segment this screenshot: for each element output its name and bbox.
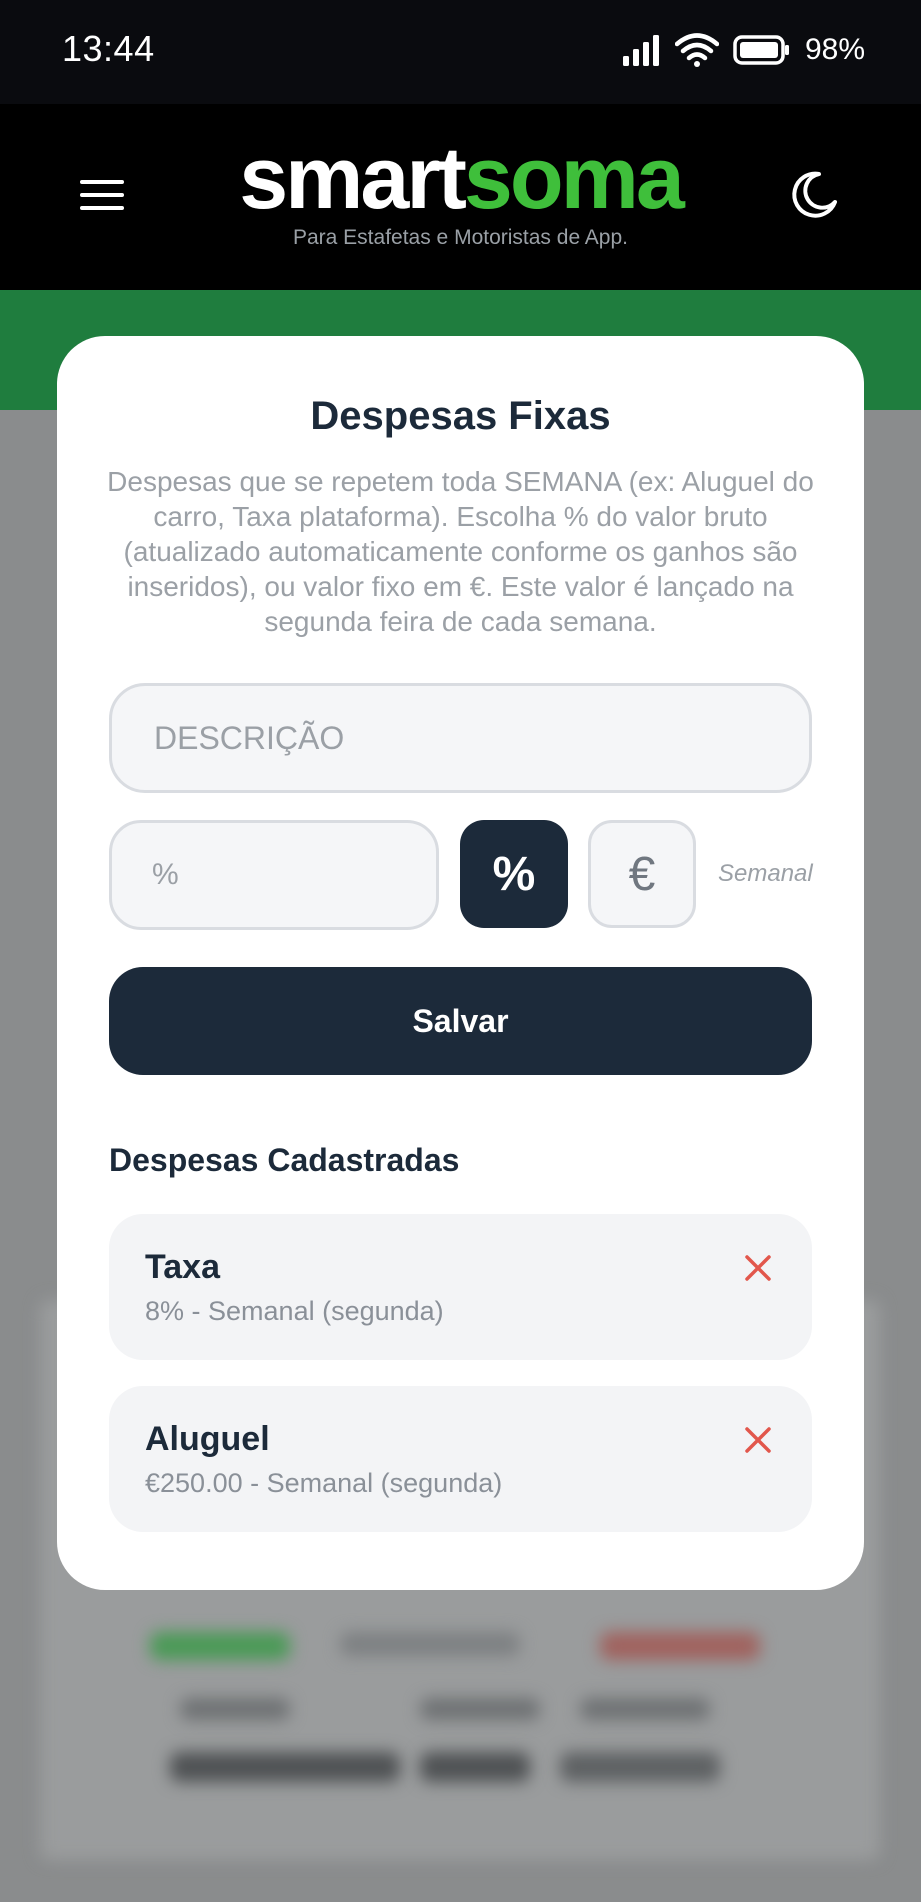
battery-percent: 98% [804, 33, 865, 66]
save-button[interactable]: Salvar [109, 967, 812, 1075]
logo: smartsoma [0, 134, 921, 222]
blurred-block [170, 1752, 400, 1782]
blurred-block [420, 1698, 540, 1720]
modal-title: Despesas Fixas [310, 394, 611, 438]
description-input[interactable]: DESCRIÇÃO [109, 683, 812, 793]
expense-item: Taxa 8% - Semanal (segunda) [109, 1214, 812, 1360]
signal-icon [622, 35, 659, 66]
logo-part-smart: smart [239, 128, 467, 227]
logo-part-soma: soma [463, 128, 685, 227]
registered-expenses-title: Despesas Cadastradas [109, 1142, 460, 1178]
tagline: Para Estafetas e Motoristas de App. [292, 226, 628, 249]
fixed-expenses-modal: Despesas Fixas Despesas que se repetem t… [57, 336, 864, 1590]
blurred-block [580, 1698, 710, 1720]
expense-name: Aluguel [145, 1420, 270, 1458]
value-input[interactable]: % [109, 820, 439, 930]
expense-detail: 8% - Semanal (segunda) [145, 1296, 444, 1326]
wifi-icon [674, 33, 719, 67]
blurred-block [420, 1752, 530, 1782]
status-time: 13:44 [62, 28, 155, 69]
period-label: Semanal [718, 860, 813, 887]
delete-icon[interactable] [738, 1248, 778, 1288]
status-icons: 98% [621, 30, 865, 70]
blurred-block [340, 1632, 520, 1656]
battery-icon [733, 35, 789, 65]
moon-icon[interactable] [789, 170, 839, 220]
blurred-block [600, 1632, 760, 1660]
blurred-block [150, 1632, 290, 1660]
percent-toggle-button[interactable]: % [460, 820, 568, 928]
status-bar: 13:44 98% [0, 0, 921, 104]
expense-name: Taxa [145, 1248, 220, 1286]
expense-detail: €250.00 - Semanal (segunda) [145, 1468, 503, 1498]
blurred-block [560, 1752, 720, 1782]
blurred-block [180, 1698, 290, 1720]
app-header: smartsoma Para Estafetas e Motoristas de… [0, 104, 921, 290]
delete-icon[interactable] [738, 1420, 778, 1460]
expense-list: Taxa 8% - Semanal (segunda) Aluguel €250… [109, 1214, 812, 1558]
modal-description: Despesas que se repetem toda SEMANA (ex:… [107, 466, 814, 637]
euro-toggle-button[interactable]: € [588, 820, 696, 928]
expense-item: Aluguel €250.00 - Semanal (segunda) [109, 1386, 812, 1532]
